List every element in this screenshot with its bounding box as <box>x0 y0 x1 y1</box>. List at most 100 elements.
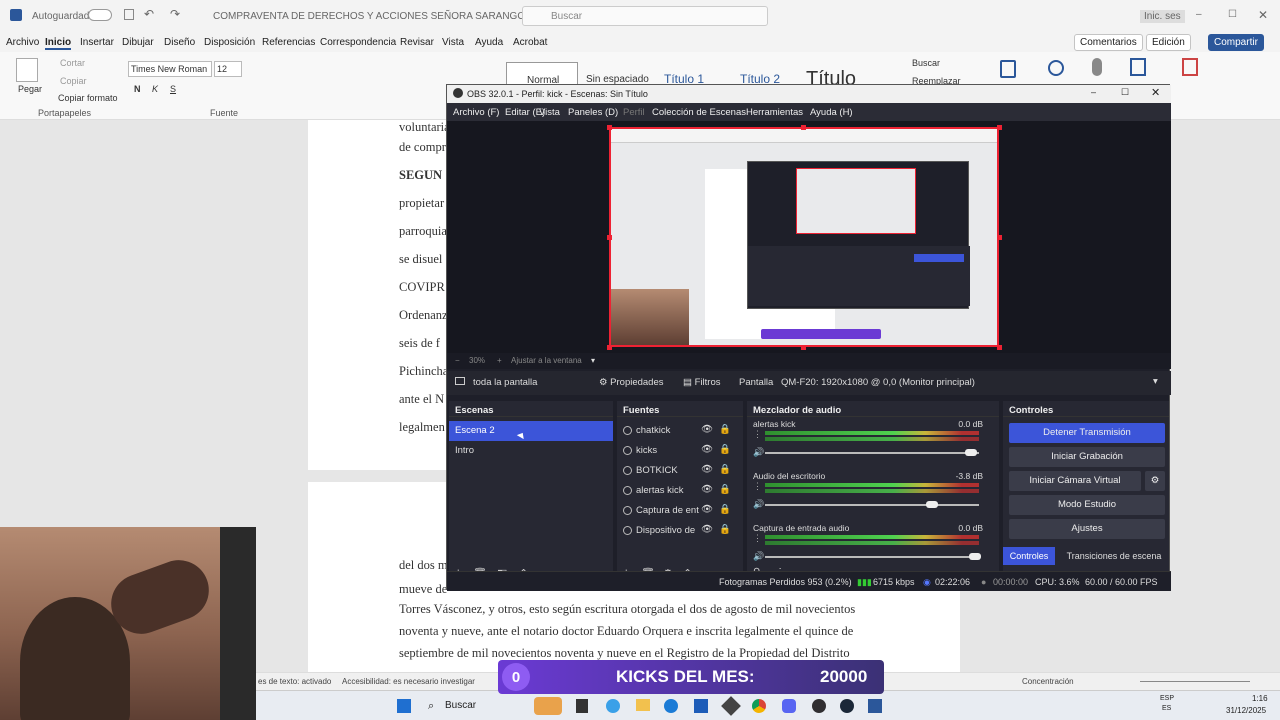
display-select[interactable]: QM-F20: 1920x1080 @ 0,0 (Monitor princip… <box>781 377 975 388</box>
italic-button[interactable]: K <box>152 84 158 94</box>
channel-menu-icon[interactable]: ⋮ <box>753 429 762 440</box>
speaker-icon[interactable]: 🔊 <box>753 499 764 510</box>
discord-icon[interactable] <box>782 699 796 713</box>
obs-minimize-icon[interactable]: – <box>1091 87 1096 97</box>
obs-menu-file[interactable]: Archivo (F) <box>453 107 499 118</box>
menu-disposicion[interactable]: Disposición <box>204 37 255 48</box>
menu-archivo[interactable]: Archivo <box>6 37 39 48</box>
comments-button[interactable]: Comentarios <box>1074 34 1143 51</box>
obs-icon[interactable] <box>812 699 826 713</box>
obs-close-icon[interactable]: ✕ <box>1151 86 1160 99</box>
source-item[interactable]: Dispositivo de 👁 🔒 <box>617 521 743 541</box>
resize-handle[interactable] <box>607 345 612 350</box>
source-item[interactable]: chatkick 👁 🔒 <box>617 421 743 441</box>
menu-vista[interactable]: Vista <box>442 37 464 48</box>
display-dropdown-icon[interactable]: ▾ <box>1153 376 1158 387</box>
volume-slider-knob[interactable] <box>969 553 981 560</box>
word-taskbar-icon[interactable] <box>868 699 882 713</box>
signin-button[interactable]: Inic. ses <box>1140 10 1185 23</box>
widget-icon[interactable] <box>534 697 562 715</box>
speaker-icon[interactable]: 🔊 <box>753 551 764 562</box>
underline-button[interactable]: S <box>170 84 176 94</box>
visibility-eye-icon[interactable]: 👁 <box>701 444 713 455</box>
autosave-toggle[interactable] <box>88 9 112 21</box>
volume-slider-knob[interactable] <box>964 449 977 456</box>
settings-button[interactable]: Ajustes <box>1009 519 1165 539</box>
visibility-eye-icon[interactable]: 👁 <box>701 424 713 435</box>
file-explorer-icon[interactable] <box>636 699 650 711</box>
close-icon[interactable]: ✕ <box>1258 8 1268 22</box>
copilot-icon[interactable] <box>606 699 620 713</box>
source-item[interactable]: Captura de ent 👁 🔒 <box>617 501 743 521</box>
resize-handle[interactable] <box>997 345 1002 350</box>
format-painter-button[interactable]: Copiar formato <box>58 93 118 103</box>
start-recording-button[interactable]: Iniciar Grabación <box>1009 447 1165 467</box>
paste-icon[interactable] <box>16 58 38 82</box>
pdf-icon[interactable] <box>1182 58 1198 76</box>
obs-menu-tools[interactable]: Herramientas <box>746 107 803 118</box>
obs-maximize-icon[interactable]: ☐ <box>1121 87 1129 98</box>
menu-inicio[interactable]: Inicio <box>45 37 72 50</box>
menu-correspondencia[interactable]: Correspondencia <box>320 37 396 48</box>
scene-item[interactable]: Escena 2 <box>449 421 613 441</box>
store-icon[interactable] <box>694 699 708 713</box>
channel-menu-icon[interactable]: ⋮ <box>753 533 762 544</box>
menu-insertar[interactable]: Insertar <box>80 37 114 48</box>
app-icon[interactable] <box>721 696 741 716</box>
lock-icon[interactable]: 🔒 <box>719 524 731 535</box>
channel-menu-icon[interactable]: ⋮ <box>753 481 762 492</box>
lock-icon[interactable]: 🔒 <box>719 504 731 515</box>
task-view-icon[interactable] <box>576 699 588 713</box>
acrobat-icon[interactable] <box>1000 60 1016 78</box>
zoom-slider[interactable] <box>1140 681 1250 682</box>
steam-icon[interactable] <box>840 699 854 713</box>
windows-start-icon[interactable] <box>397 699 411 713</box>
accessibility-status[interactable]: Accesibilidad: es necesario investigar <box>342 677 475 686</box>
zoom-out-icon[interactable]: − <box>455 356 460 365</box>
speaker-icon[interactable]: 🔊 <box>753 447 764 458</box>
find-button[interactable]: Buscar <box>912 58 940 68</box>
properties-button[interactable]: ⚙ Propiedades <box>599 377 664 388</box>
paste-label[interactable]: Pegar <box>18 84 42 94</box>
source-item[interactable]: BOTKICK 👁 🔒 <box>617 461 743 481</box>
copy-button[interactable]: Copiar <box>60 76 87 86</box>
menu-ayuda[interactable]: Ayuda <box>475 37 503 48</box>
source-item[interactable]: kicks 👁 🔒 <box>617 441 743 461</box>
virtual-camera-button[interactable]: Iniciar Cámara Virtual <box>1009 471 1141 491</box>
obs-menu-profile[interactable]: Perfil <box>623 107 645 118</box>
obs-menu-help[interactable]: Ayuda (H) <box>810 107 853 118</box>
bold-button[interactable]: N <box>134 84 141 94</box>
menu-referencias[interactable]: Referencias <box>262 37 315 48</box>
obs-menu-scene-collection[interactable]: Colección de Escenas <box>652 107 746 118</box>
cut-button[interactable]: Cortar <box>60 58 85 68</box>
visibility-eye-icon[interactable]: 👁 <box>701 484 713 495</box>
font-size-select[interactable]: 12 <box>214 61 242 77</box>
edge-icon[interactable] <box>664 699 678 713</box>
obs-menu-docks[interactable]: Paneles (D) <box>568 107 618 118</box>
lock-icon[interactable]: 🔒 <box>719 484 731 495</box>
scene-item[interactable]: Intro <box>449 441 613 461</box>
clock-date[interactable]: 31/12/2025 <box>1226 706 1266 715</box>
resize-handle[interactable] <box>801 345 806 350</box>
obs-menu-view[interactable]: Vista <box>539 107 560 118</box>
visibility-eye-icon[interactable]: 👁 <box>701 524 713 535</box>
clock-time[interactable]: 1:16 <box>1252 694 1268 703</box>
language-indicator[interactable]: ESP <box>1160 695 1174 702</box>
volume-slider[interactable] <box>765 556 979 558</box>
visibility-eye-icon[interactable]: 👁 <box>701 464 713 475</box>
font-name-select[interactable]: Times New Roman <box>128 61 212 77</box>
maximize-icon[interactable]: ☐ <box>1228 9 1237 20</box>
volume-slider-knob[interactable] <box>926 501 939 508</box>
designer-icon[interactable] <box>1130 58 1146 76</box>
share-button[interactable]: Compartir <box>1208 34 1264 51</box>
redo-icon[interactable]: ↷ <box>170 7 180 21</box>
tab-scene-transitions[interactable]: Transiciones de escena <box>1061 547 1167 565</box>
virtual-camera-settings-icon[interactable]: ⚙ <box>1145 471 1165 491</box>
chrome-icon[interactable] <box>752 699 766 713</box>
language-indicator-2[interactable]: ES <box>1162 705 1171 712</box>
filters-button[interactable]: ▤ Filtros <box>683 377 721 388</box>
zoom-in-icon[interactable]: + <box>497 356 502 365</box>
lock-icon[interactable]: 🔒 <box>719 464 731 475</box>
volume-slider[interactable] <box>765 504 979 506</box>
resize-handle[interactable] <box>997 125 1002 130</box>
